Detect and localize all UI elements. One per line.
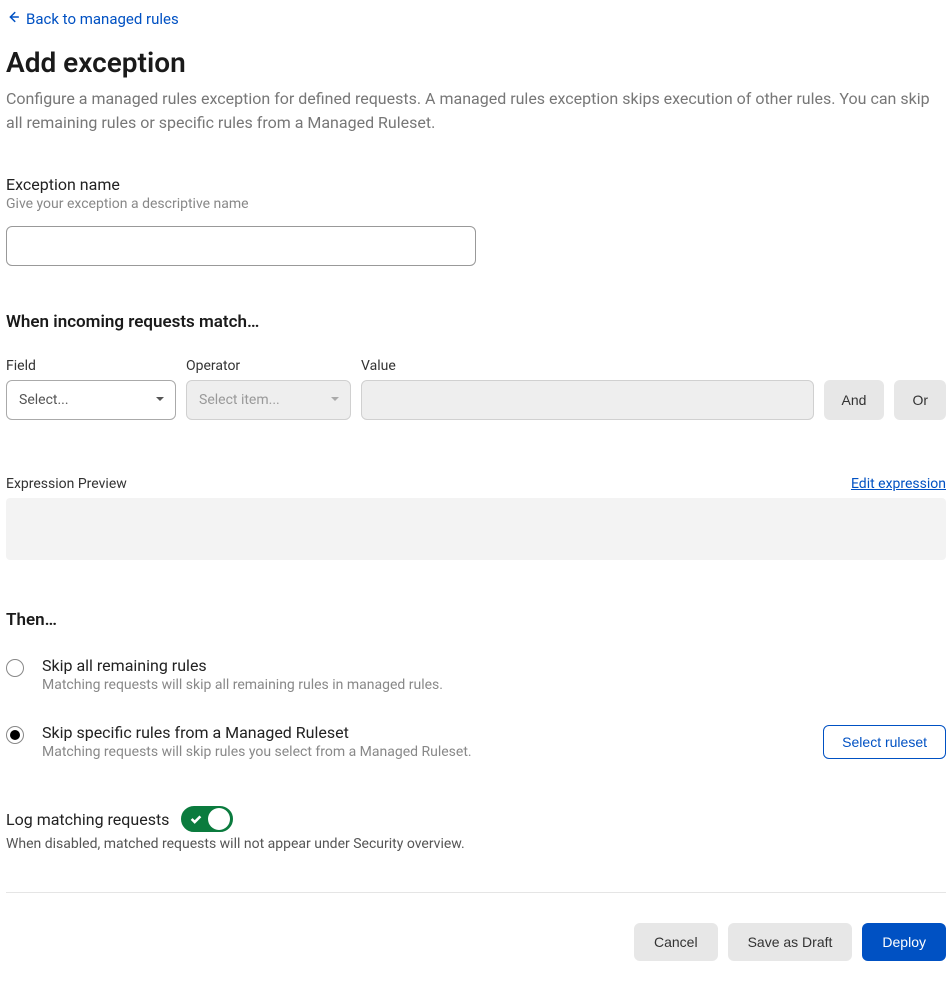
arrow-left-icon (6, 10, 20, 28)
radio-skip-specific-title: Skip specific rules from a Managed Rules… (42, 723, 805, 742)
or-button[interactable]: Or (894, 380, 946, 420)
field-select[interactable]: Select... (6, 380, 176, 420)
deploy-button[interactable]: Deploy (862, 923, 946, 961)
radio-skip-specific[interactable] (6, 726, 24, 744)
select-ruleset-button[interactable]: Select ruleset (823, 725, 946, 759)
radio-skip-specific-desc: Matching requests will skip rules you se… (42, 744, 805, 760)
check-icon (189, 812, 203, 830)
log-toggle[interactable] (181, 806, 233, 832)
value-input[interactable] (361, 380, 814, 420)
cancel-button[interactable]: Cancel (634, 923, 718, 961)
page-description: Configure a managed rules exception for … (6, 87, 946, 135)
exception-name-label: Exception name (6, 175, 946, 194)
log-toggle-label: Log matching requests (6, 810, 169, 829)
radio-skip-all-desc: Matching requests will skip all remainin… (42, 677, 946, 693)
radio-skip-all-title: Skip all remaining rules (42, 656, 946, 675)
log-toggle-desc: When disabled, matched requests will not… (6, 836, 946, 852)
field-column-label: Field (6, 358, 176, 374)
back-link[interactable]: Back to managed rules (6, 10, 179, 28)
field-select-value: Select... (19, 392, 69, 408)
page-title: Add exception (6, 46, 946, 79)
exception-name-hint: Give your exception a descriptive name (6, 196, 946, 212)
divider (6, 892, 946, 893)
value-column-label: Value (361, 358, 814, 374)
expression-preview-box (6, 498, 946, 560)
toggle-knob (208, 808, 230, 830)
operator-column-label: Operator (186, 358, 351, 374)
edit-expression-link[interactable]: Edit expression (851, 476, 946, 492)
back-link-text: Back to managed rules (26, 10, 179, 28)
save-draft-button[interactable]: Save as Draft (728, 923, 853, 961)
and-button[interactable]: And (824, 380, 885, 420)
then-heading: Then… (6, 610, 946, 630)
chevron-down-icon (155, 392, 165, 408)
operator-select-value: Select item... (199, 392, 280, 408)
radio-skip-all[interactable] (6, 659, 24, 677)
chevron-down-icon (330, 392, 340, 408)
match-heading: When incoming requests match… (6, 312, 946, 332)
expression-preview-label: Expression Preview (6, 476, 127, 492)
exception-name-input[interactable] (6, 226, 476, 266)
operator-select[interactable]: Select item... (186, 380, 351, 420)
